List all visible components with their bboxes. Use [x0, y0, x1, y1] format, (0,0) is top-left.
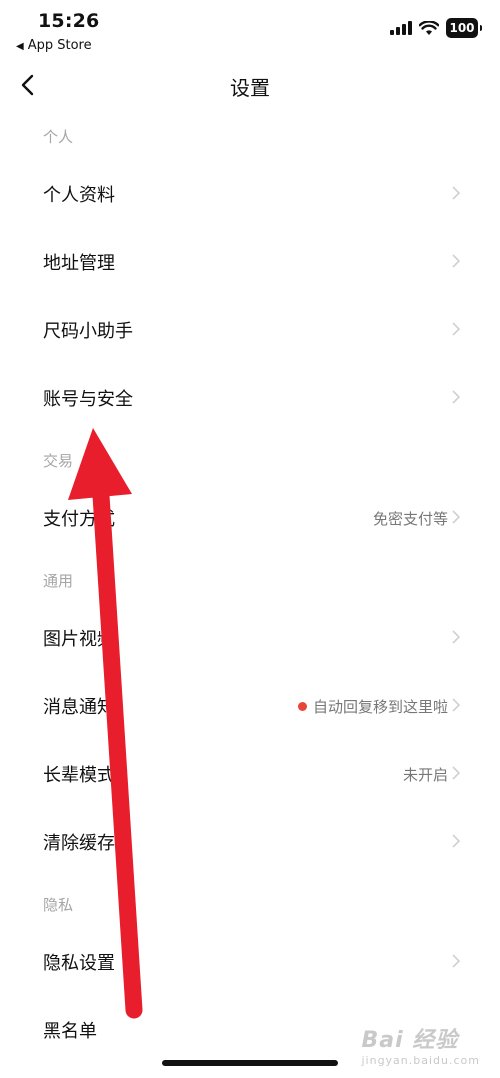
section-header-privacy: 隐私 — [43, 896, 74, 914]
settings-item-label: 支付方式 — [43, 509, 115, 530]
settings-item-address[interactable]: 地址管理 — [0, 228, 500, 296]
status-icons: 100 — [390, 18, 482, 38]
section-header-trade: 交易 — [43, 452, 74, 470]
back-to-app-link[interactable]: ◀ App Store — [16, 38, 92, 53]
chevron-right-icon — [452, 698, 460, 712]
status-time: 15:26 — [38, 10, 100, 32]
settings-item-label: 长辈模式 — [43, 765, 115, 786]
settings-item-label: 地址管理 — [43, 253, 115, 274]
section-header-personal: 个人 — [43, 128, 74, 146]
settings-item-label: 账号与安全 — [43, 389, 133, 410]
chevron-right-icon — [452, 766, 460, 780]
settings-item-value: 自动回复移到这里啦 — [297, 696, 448, 717]
status-bar: 15:26 ◀ App Store 100 — [0, 0, 500, 62]
settings-item-media[interactable]: 图片视频 — [0, 604, 500, 672]
section-header-general: 通用 — [43, 572, 74, 590]
notification-hint: 自动回复移到这里啦 — [312, 697, 448, 716]
settings-item-label: 尺码小助手 — [43, 321, 133, 342]
nav-bar: 设置 — [0, 62, 500, 108]
settings-item-value: 免密支付等 — [372, 509, 448, 528]
home-indicator[interactable] — [162, 1060, 338, 1066]
wifi-icon — [419, 20, 439, 35]
settings-item-label: 隐私设置 — [43, 953, 115, 974]
settings-item-elder-mode[interactable]: 长辈模式 未开启 — [0, 740, 500, 808]
settings-item-profile[interactable]: 个人资料 — [0, 160, 500, 228]
chevron-right-icon — [452, 322, 460, 336]
notification-dot-icon — [297, 701, 307, 711]
chevron-right-icon — [452, 630, 460, 644]
chevron-right-icon — [452, 834, 460, 848]
settings-item-label: 消息通知 — [43, 697, 115, 718]
settings-item-account-security[interactable]: 账号与安全 — [0, 364, 500, 432]
chevron-right-icon — [452, 186, 460, 200]
back-app-label: App Store — [27, 38, 92, 53]
settings-item-label: 清除缓存 — [43, 833, 115, 854]
settings-item-privacy[interactable]: 隐私设置 — [0, 928, 500, 996]
watermark-logo: Bai 经验 jingyan.baidu.com — [361, 1022, 480, 1067]
chevron-right-icon — [452, 390, 460, 404]
settings-item-payment[interactable]: 支付方式 免密支付等 — [0, 484, 500, 552]
settings-item-size-helper[interactable]: 尺码小助手 — [0, 296, 500, 364]
battery-icon: 100 — [446, 18, 482, 38]
page-title: 设置 — [230, 76, 270, 100]
chevron-right-icon — [452, 254, 460, 268]
settings-item-label: 个人资料 — [43, 185, 115, 206]
back-triangle-icon: ◀ — [16, 41, 24, 52]
watermark-sub: jingyan.baidu.com — [361, 1054, 480, 1067]
signal-icon — [390, 21, 412, 35]
chevron-right-icon — [452, 510, 460, 524]
settings-item-notifications[interactable]: 消息通知 自动回复移到这里啦 — [0, 672, 500, 740]
settings-list: 个人 个人资料 地址管理 尺码小助手 账号与安全 交易 支付方式 免密支付等 通… — [0, 108, 500, 1064]
settings-item-clear-cache[interactable]: 清除缓存 — [0, 808, 500, 876]
watermark-text: Bai 经验 — [361, 1028, 459, 1053]
settings-item-label: 图片视频 — [43, 629, 115, 650]
chevron-right-icon — [452, 954, 460, 968]
settings-item-value: 未开启 — [402, 765, 448, 784]
